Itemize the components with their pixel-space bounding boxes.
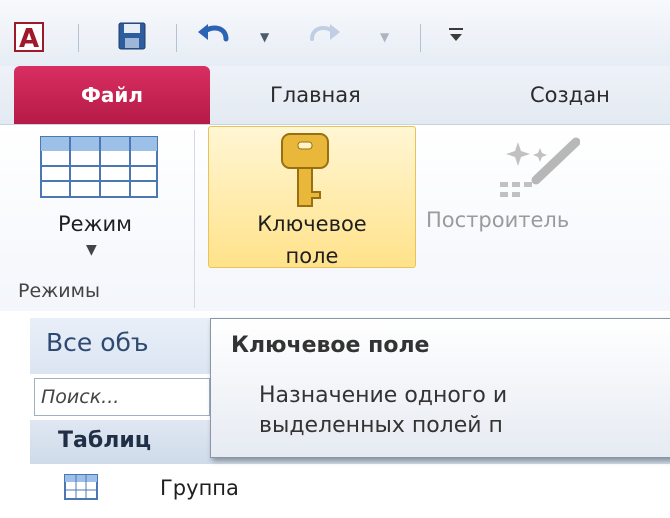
- undo-icon[interactable]: [196, 22, 232, 50]
- builder-wand-icon[interactable]: [496, 136, 580, 202]
- tooltip-title: Ключевое поле: [231, 333, 430, 358]
- qat-separator: [420, 24, 421, 52]
- undo-dropdown-icon[interactable]: ▼: [260, 30, 269, 44]
- primary-key-label-line1: Ключевое: [257, 212, 367, 236]
- builder-button-label[interactable]: Построитель: [426, 208, 670, 232]
- redo-icon[interactable]: [306, 22, 342, 50]
- table-view-icon[interactable]: [40, 136, 158, 198]
- qat-separator: [176, 24, 177, 52]
- tab-create[interactable]: Создан: [530, 66, 610, 124]
- group-separator: [194, 130, 195, 308]
- primary-key-label[interactable]: Ключевое поле: [208, 208, 416, 272]
- mode-button-label[interactable]: Режим: [20, 212, 170, 236]
- mode-dropdown-icon[interactable]: ▼: [86, 242, 97, 258]
- list-item[interactable]: Группа: [160, 476, 239, 500]
- qat-separator: [78, 24, 79, 52]
- primary-key-label-line2: поле: [285, 244, 339, 268]
- tab-home[interactable]: Главная: [270, 66, 361, 124]
- save-icon[interactable]: [118, 22, 146, 50]
- tooltip-text: Назначение одного и выделенных полей п: [259, 383, 508, 438]
- tooltip: Ключевое поле Назначение одного и выделе…: [210, 318, 670, 458]
- nav-pane-title[interactable]: Все объ: [46, 328, 149, 357]
- table-icon: [64, 474, 98, 500]
- redo-dropdown-icon[interactable]: ▼: [380, 30, 389, 44]
- tab-file[interactable]: Файл: [14, 66, 210, 124]
- search-input[interactable]: Поиск...: [34, 378, 210, 416]
- tables-section-title[interactable]: Таблиц: [58, 428, 151, 453]
- key-icon: [281, 133, 329, 207]
- modes-group-label: Режимы: [18, 280, 100, 302]
- customize-qat-icon[interactable]: [448, 26, 464, 44]
- access-app-icon[interactable]: A: [14, 22, 44, 54]
